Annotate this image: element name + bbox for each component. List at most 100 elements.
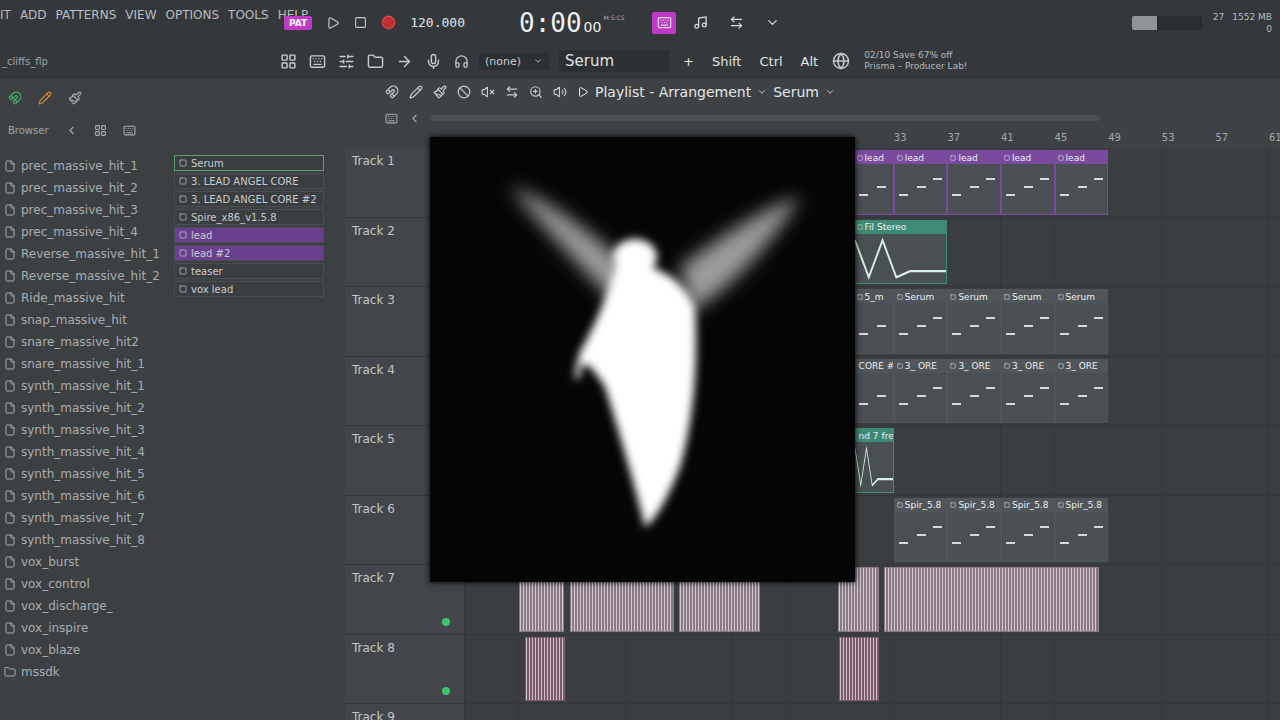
mute-icon[interactable] — [481, 85, 495, 99]
metronome-button[interactable] — [688, 12, 712, 34]
add-button[interactable]: + — [679, 52, 698, 71]
browser-item[interactable]: snare_massive_hit_1 — [4, 356, 170, 372]
automation-clip[interactable]: nd 7 freq — [854, 428, 894, 493]
pattern-clip[interactable]: lead — [1055, 150, 1109, 215]
browser-item[interactable]: synth_massive_hit_7 — [4, 510, 170, 526]
pattern-clip[interactable]: 3_ ORE — [1001, 359, 1055, 424]
headphones-icon[interactable] — [454, 54, 469, 69]
brush-icon[interactable] — [68, 91, 82, 105]
track-header[interactable]: Track 9 — [345, 704, 465, 720]
step-edit-button[interactable] — [652, 12, 676, 34]
paint-icon[interactable] — [433, 85, 447, 99]
menu-item[interactable]: OPTIONS — [166, 8, 220, 22]
playlist-icon[interactable] — [280, 53, 297, 70]
pencil-icon[interactable] — [38, 91, 52, 105]
browser-item[interactable]: vox_discharge_ — [4, 598, 170, 614]
piano-icon[interactable] — [385, 112, 398, 125]
audio-clip[interactable] — [884, 567, 1098, 632]
scroll-left-icon[interactable] — [408, 112, 421, 125]
channel-item[interactable]: lead #2 — [174, 245, 324, 261]
countdown-button[interactable] — [760, 12, 784, 34]
piano-roll-icon[interactable] — [309, 53, 326, 70]
playback-icon[interactable] — [553, 85, 567, 99]
pattern-clip[interactable]: lead — [947, 150, 1001, 215]
modifier-key[interactable]: Shift — [708, 52, 746, 71]
browser-icon[interactable] — [367, 53, 384, 70]
playlist-pattern[interactable]: Serum — [773, 84, 819, 100]
track-lane[interactable] — [465, 704, 1280, 720]
news-hint[interactable]: 02/10 Save 67% offPrisma – Producer Lab! — [864, 50, 967, 73]
pattern-clip[interactable]: Serum — [1001, 289, 1055, 354]
pattern-clip[interactable]: Spir_5.8 — [1055, 498, 1109, 563]
track-active-dot[interactable] — [442, 687, 450, 695]
pattern-clip[interactable]: 3_ ORE — [947, 359, 1001, 424]
horizontal-scrollbar[interactable] — [431, 115, 1100, 121]
pattern-clip[interactable]: Spir_5.8 — [947, 498, 1001, 563]
menu-item[interactable]: VIEW — [125, 8, 156, 22]
browser-item[interactable]: synth_massive_hit_1 — [4, 378, 170, 394]
loop-icon[interactable] — [729, 15, 744, 30]
browser-item[interactable]: synth_massive_hit_8 — [4, 532, 170, 548]
menu-item[interactable]: PATTERNS — [56, 8, 117, 22]
track-active-dot[interactable] — [442, 618, 450, 626]
audio-clip[interactable] — [839, 637, 879, 702]
modifier-key[interactable]: Ctrl — [755, 52, 786, 71]
track-lane[interactable] — [465, 635, 1280, 704]
browser-item[interactable]: synth_massive_hit_4 — [4, 444, 170, 460]
record-icon[interactable] — [381, 15, 396, 30]
news-icon[interactable] — [832, 52, 850, 70]
channel-item[interactable]: lead — [174, 227, 324, 243]
pattern-clip[interactable]: Serum — [947, 289, 1001, 354]
pattern-clip[interactable]: Spir_5.8 — [1001, 498, 1055, 563]
pattern-clip[interactable]: lead — [894, 150, 948, 215]
browser-item[interactable]: Reverse_massive_hit_1 — [4, 246, 170, 262]
channel-item[interactable]: teaser — [174, 263, 324, 279]
loop-button[interactable] — [724, 12, 748, 34]
pattern-clip[interactable]: 3_ ORE — [1055, 359, 1109, 424]
pattern-mode-button[interactable]: PAT — [284, 16, 312, 30]
piano-icon[interactable] — [123, 124, 136, 137]
channel-item[interactable]: vox lead — [174, 281, 324, 297]
browser-item[interactable]: snare_massive_hit2 — [4, 334, 170, 350]
browser-item[interactable]: Reverse_massive_hit_2 — [4, 268, 170, 284]
audio-clip[interactable] — [525, 637, 565, 702]
back-icon[interactable] — [65, 124, 78, 137]
menu-item[interactable]: IT — [0, 8, 11, 22]
menu-item[interactable]: ADD — [20, 8, 47, 22]
browser-item[interactable]: vox_control — [4, 576, 170, 592]
channel-item[interactable]: 3. LEAD ANGEL CORE — [174, 173, 324, 189]
pattern-clip[interactable]: Serum — [1055, 289, 1109, 354]
browser-item[interactable]: prec_massive_hit_3 — [4, 202, 170, 218]
channel-item[interactable]: Serum — [174, 155, 324, 171]
pattern-select[interactable]: (none) — [479, 53, 549, 70]
pattern-clip[interactable]: 3_ ORE — [894, 359, 948, 424]
delete-icon[interactable] — [457, 85, 471, 99]
view-icon[interactable] — [94, 124, 107, 137]
pattern-clip[interactable]: 5_m — [854, 289, 894, 354]
stop-icon[interactable] — [354, 16, 367, 29]
browser-item[interactable]: snap_massive_hit — [4, 312, 170, 328]
browser-item[interactable]: synth_massive_hit_2 — [4, 400, 170, 416]
arrow-icon[interactable] — [396, 53, 413, 70]
menu-item[interactable]: TOOLS — [228, 8, 269, 22]
pattern-clip[interactable]: CORE #2 — [854, 359, 894, 424]
zoom-icon[interactable] — [529, 85, 543, 99]
browser-item[interactable]: synth_massive_hit_3 — [4, 422, 170, 438]
browser-item[interactable]: vox_inspire — [4, 620, 170, 636]
browser-item[interactable]: prec_massive_hit_2 — [4, 180, 170, 196]
slip-icon[interactable] — [505, 85, 519, 99]
browser-item[interactable]: vox_blaze — [4, 642, 170, 658]
browser-item[interactable]: prec_massive_hit_1 — [4, 158, 170, 174]
channel-item[interactable]: 3. LEAD ANGEL CORE #2 — [174, 191, 324, 207]
play-icon[interactable] — [326, 16, 340, 30]
dropdown-icon[interactable] — [533, 56, 543, 66]
mixer-icon[interactable] — [338, 53, 355, 70]
browser-item[interactable]: mssdk — [4, 664, 170, 680]
pattern-clip[interactable]: Spir_5.8 — [894, 498, 948, 563]
browser-item[interactable]: prec_massive_hit_4 — [4, 224, 170, 240]
browser-item[interactable]: synth_massive_hit_6 — [4, 488, 170, 504]
browser-item[interactable]: vox_burst — [4, 554, 170, 570]
tempo-display[interactable]: 120.000 — [410, 15, 465, 30]
microphone-icon[interactable] — [425, 53, 442, 70]
automation-clip[interactable]: Fil Stereo — [854, 220, 948, 285]
